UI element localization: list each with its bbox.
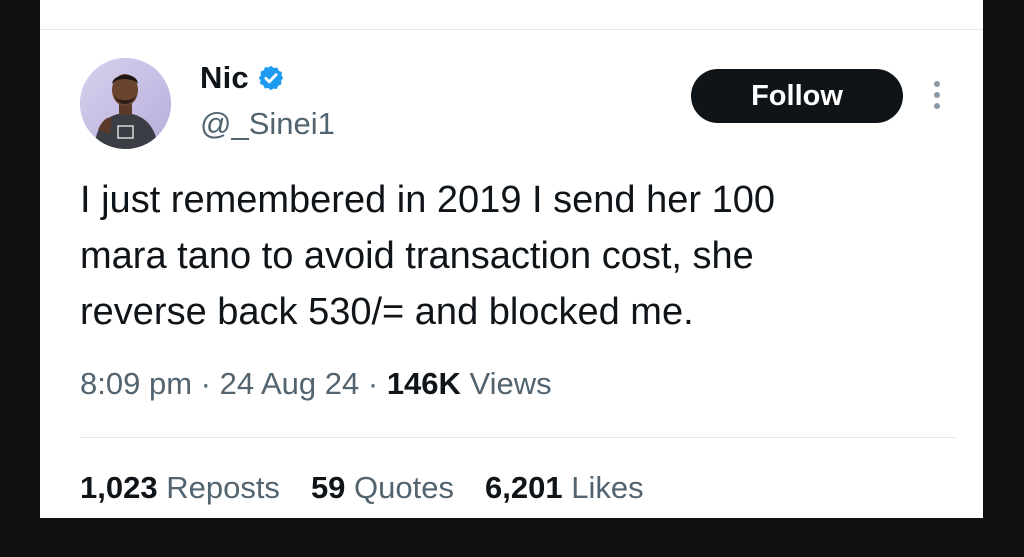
tweet-stats: 1,023 Reposts 59 Quotes 6,201 Likes xyxy=(80,470,675,506)
tweet-time[interactable]: 8:09 pm xyxy=(80,366,192,401)
follow-button[interactable]: Follow xyxy=(691,69,903,123)
meta-separator: · xyxy=(200,366,211,401)
reposts-count: 1,023 xyxy=(80,470,158,505)
author-handle[interactable]: @_Sinei1 xyxy=(200,106,335,142)
verified-badge-icon xyxy=(257,64,285,92)
likes-count: 6,201 xyxy=(485,470,563,505)
quotes-count: 59 xyxy=(310,470,346,505)
author-display-name[interactable]: Nic xyxy=(200,60,249,96)
reposts-label: Reposts xyxy=(166,470,280,505)
stats-divider xyxy=(80,437,956,438)
more-options-icon[interactable] xyxy=(927,78,947,114)
top-divider xyxy=(40,29,983,30)
tweet-meta: 8:09 pm · 24 Aug 24 · 146K Views xyxy=(80,366,552,402)
reposts-stat[interactable]: 1,023 Reposts xyxy=(80,470,280,506)
likes-stat[interactable]: 6,201 Likes xyxy=(485,470,644,506)
tweet-date[interactable]: 24 Aug 24 xyxy=(220,366,360,401)
author-name-row: Nic xyxy=(200,58,285,98)
avatar[interactable] xyxy=(80,58,171,149)
tweet-text: I just remembered in 2019 I send her 100… xyxy=(80,179,775,333)
likes-label: Likes xyxy=(571,470,644,505)
views-label: Views xyxy=(469,366,552,401)
views-count: 146K xyxy=(386,366,461,401)
quotes-label: Quotes xyxy=(354,470,454,505)
quotes-stat[interactable]: 59 Quotes xyxy=(311,470,454,506)
meta-separator: · xyxy=(367,366,379,401)
tweet-card: Nic @_Sinei1 Follow I just remembered in… xyxy=(40,0,983,518)
